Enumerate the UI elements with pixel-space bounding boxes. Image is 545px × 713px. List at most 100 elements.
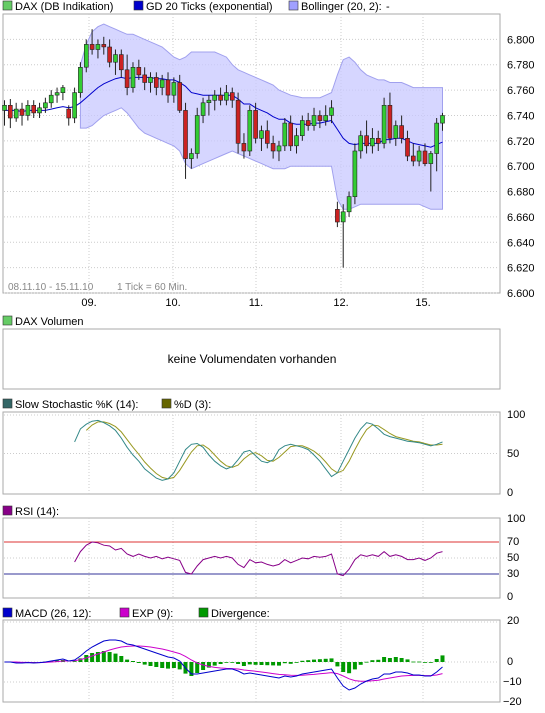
divergence-swatch <box>198 607 209 618</box>
divergence-bar <box>370 660 375 662</box>
stoch-grid <box>4 412 499 494</box>
rsi-plot-frame <box>2 517 501 599</box>
divergence-bar <box>148 662 153 666</box>
candle-body-bear <box>264 130 270 144</box>
date-range-info: 08.11.10 - 15.11.10 1 Tick = 60 Min. <box>8 282 187 293</box>
divergence-bar <box>224 662 229 663</box>
candle-body-bull <box>130 67 136 88</box>
candle-body-bear <box>317 115 323 121</box>
candle-body-bull <box>259 130 264 139</box>
price-y-axis: 6.800 6.780 6.760 6.740 6.720 6.700 6.680 6.660… <box>507 34 535 300</box>
price-y-tick: 6.760 <box>507 85 535 97</box>
candle-body-bull <box>13 108 19 119</box>
tick-info-label: 1 Tick = 60 Min. <box>117 282 187 293</box>
candle-body-bull <box>48 94 54 104</box>
macd-y-tick-neg10: −10 <box>503 676 522 688</box>
divergence-bar <box>358 662 363 665</box>
candle-body-bull <box>224 92 229 101</box>
candle-body-bull <box>54 92 60 96</box>
candle-body-bull <box>2 105 7 111</box>
candle-body-bull <box>113 54 118 63</box>
candle-body-bull <box>78 67 83 94</box>
divergence-bar <box>312 659 316 662</box>
candle-body-bull <box>212 94 217 101</box>
candle-body-bear <box>8 105 13 119</box>
divergence-bar <box>113 653 118 662</box>
volume-panel: DAX Volumen keine Volumendaten vorhanden <box>2 315 501 390</box>
divergence-bar <box>282 662 287 664</box>
candle-body-bull <box>282 122 288 147</box>
candle-body-bear <box>241 143 247 152</box>
candle-body-bull <box>299 120 305 136</box>
divergence-bar <box>154 662 159 667</box>
stoch-d-series-line <box>85 421 443 480</box>
volume-legend-label: DAX Volumen <box>15 316 83 328</box>
macd-panel: MACD (26, 12): EXP (9): Divergence: 20 0… <box>2 607 522 708</box>
candle <box>335 201 340 228</box>
divergence-bar <box>125 659 130 662</box>
candle-body-bull <box>352 150 358 198</box>
candle-body-bear <box>230 92 235 101</box>
divergence-bar <box>90 653 95 662</box>
candle-body-bull <box>428 153 434 164</box>
rsi-y-tick-100: 100 <box>507 513 525 525</box>
candle-body-bull <box>206 99 212 103</box>
candle-body-bull <box>25 105 31 116</box>
candle-body-bear <box>19 108 25 116</box>
divergence-bar <box>131 661 135 662</box>
legend-gd-swatch <box>133 0 144 11</box>
candle-body-bull <box>194 115 200 154</box>
candle-body-bull <box>323 115 329 121</box>
rsi-y-tick-50: 50 <box>507 552 519 564</box>
divergence-bar <box>352 662 357 670</box>
divergence-bar <box>411 661 416 663</box>
candle-body-bear <box>253 110 258 139</box>
candle-body-bear <box>335 209 340 223</box>
candle-body-bull <box>159 79 165 88</box>
price-y-tick: 6.720 <box>507 136 535 148</box>
candle <box>19 102 25 126</box>
divergence-bar <box>241 662 246 666</box>
chart-canvas: DAX (DB Indikation) GD 20 Ticks (exponen… <box>2 0 535 708</box>
divergence-bar <box>259 662 264 665</box>
candle <box>352 143 358 205</box>
stoch-k-series-line <box>74 419 443 481</box>
candle <box>183 102 188 179</box>
candle-body-bear <box>101 44 107 48</box>
divergence-bar <box>341 662 346 672</box>
candle-body-bull <box>416 150 422 162</box>
rsi-swatch <box>2 505 13 516</box>
candle-body-bull <box>171 82 177 96</box>
divergence-bars <box>14 651 445 676</box>
date-range-label: 08.11.10 - 15.11.10 <box>8 282 94 293</box>
candle-body-bear <box>124 69 130 88</box>
candle <box>31 100 37 118</box>
candle-body-bull <box>440 115 445 124</box>
candle-body-bull <box>346 196 352 213</box>
macd-y-tick-neg20: −20 <box>503 696 522 708</box>
candle-body-bear <box>136 67 142 76</box>
candle-body-bull <box>200 102 206 116</box>
rsi-y-tick-70: 70 <box>507 536 519 548</box>
candle-body-bear <box>422 150 428 164</box>
x-label-10: 10. <box>165 297 180 309</box>
divergence-bar <box>317 659 322 662</box>
candle-body-bull <box>37 107 42 114</box>
candle-body-bear <box>399 125 404 139</box>
candle-body-bull <box>329 107 334 116</box>
divergence-bar <box>300 660 305 662</box>
macd-grid <box>4 620 499 702</box>
stoch-d-label: %D (3): <box>174 399 211 411</box>
candle-body-bull <box>381 105 387 144</box>
candle-body-bear <box>364 135 369 147</box>
exp-label: EXP (9): <box>132 608 173 620</box>
candle <box>84 39 89 73</box>
divergence-bar <box>277 662 281 666</box>
candle <box>25 100 31 121</box>
candle-body-bull <box>358 135 364 152</box>
rsi-y-tick-0: 0 <box>507 591 513 603</box>
legend-bollinger-suffix: - <box>386 1 390 13</box>
divergence-bar <box>218 662 223 664</box>
divergence-bar <box>136 662 141 663</box>
candle-body-bear <box>107 46 112 63</box>
